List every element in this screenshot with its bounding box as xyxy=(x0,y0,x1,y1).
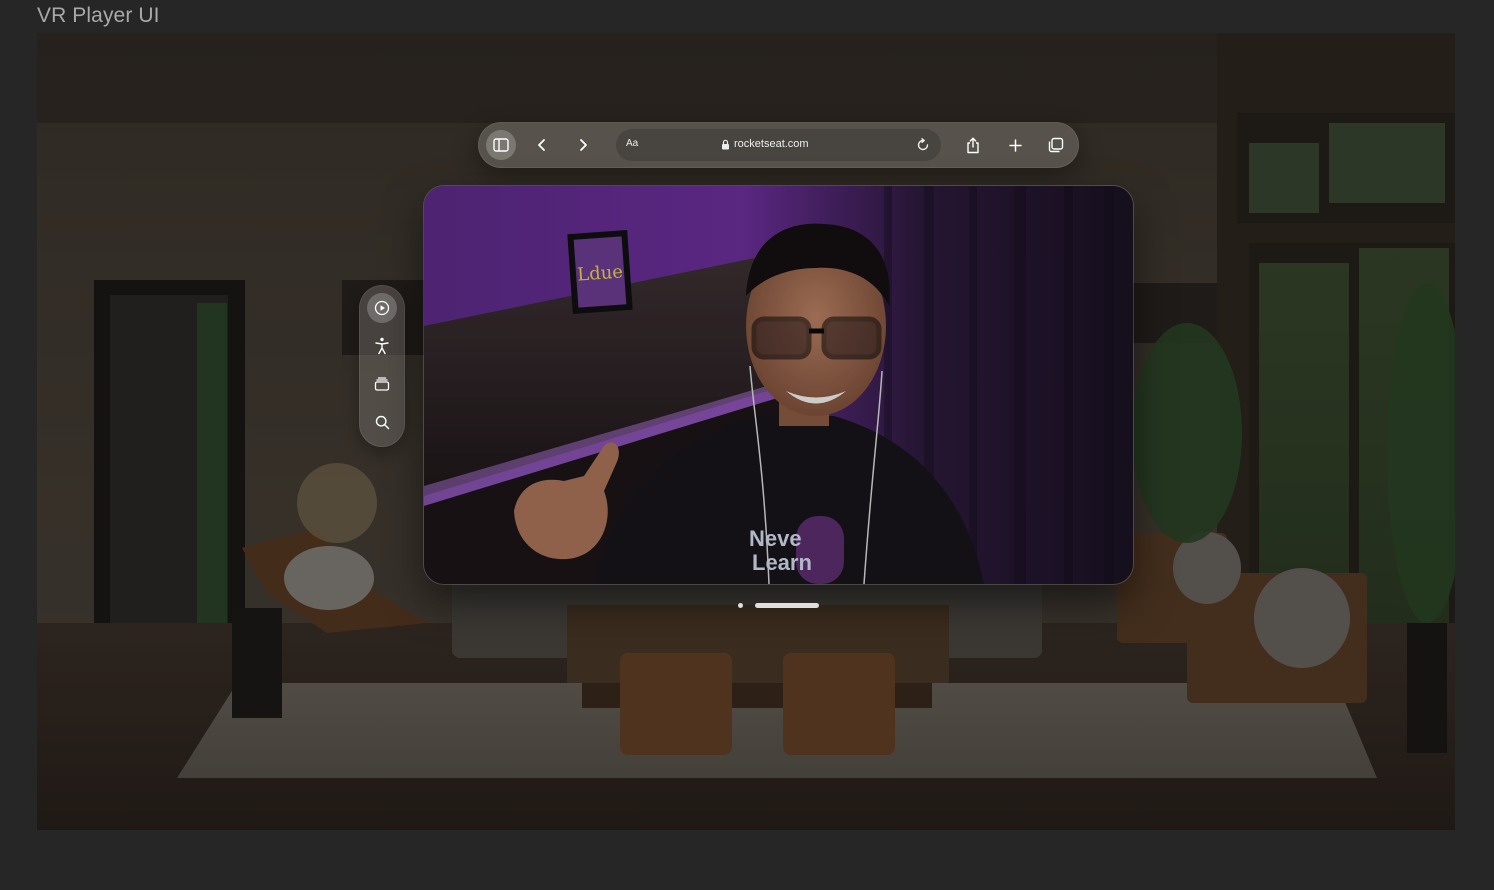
chevron-right-icon xyxy=(580,139,587,151)
address-bar[interactable]: Aa rocketseat.com xyxy=(616,129,941,161)
share-icon xyxy=(967,137,979,153)
tab-overview-button[interactable] xyxy=(1041,130,1071,160)
sidebar-icon xyxy=(493,138,509,152)
browser-toolbar: Aa rocketseat.com xyxy=(478,122,1079,168)
new-tab-button[interactable] xyxy=(1000,130,1030,160)
play-icon xyxy=(374,300,390,316)
reload-button[interactable] xyxy=(913,135,933,155)
forward-button[interactable] xyxy=(568,130,598,160)
plus-icon xyxy=(1008,138,1022,152)
window-grabber-bar[interactable] xyxy=(755,603,819,608)
video-player-window[interactable]: Ldue Neve Learn xyxy=(424,186,1133,584)
accessibility-button[interactable] xyxy=(367,331,397,361)
url-text: rocketseat.com xyxy=(734,138,809,150)
chevron-left-icon xyxy=(538,139,545,151)
share-button[interactable] xyxy=(958,130,988,160)
reader-mode-button[interactable]: Aa xyxy=(626,138,638,149)
video-frame: Ldue Neve Learn xyxy=(424,186,1133,584)
stack-icon xyxy=(374,377,390,391)
search-icon xyxy=(375,415,389,429)
accessibility-icon xyxy=(375,337,389,355)
reload-icon xyxy=(917,138,929,151)
vr-environment: Aa rocketseat.com Ldue Neve Learn xyxy=(37,33,1455,830)
side-ornament-bar xyxy=(359,285,405,447)
sidebar-toggle-button[interactable] xyxy=(486,130,516,160)
url-display[interactable]: rocketseat.com xyxy=(721,138,809,150)
back-button[interactable] xyxy=(527,130,557,160)
lock-icon xyxy=(722,139,729,149)
library-button[interactable] xyxy=(367,369,397,399)
frame-title: VR Player UI xyxy=(37,4,160,27)
tabs-icon xyxy=(1048,137,1064,153)
window-close-dot[interactable] xyxy=(738,603,743,608)
play-button[interactable] xyxy=(367,293,397,323)
search-button[interactable] xyxy=(367,407,397,437)
